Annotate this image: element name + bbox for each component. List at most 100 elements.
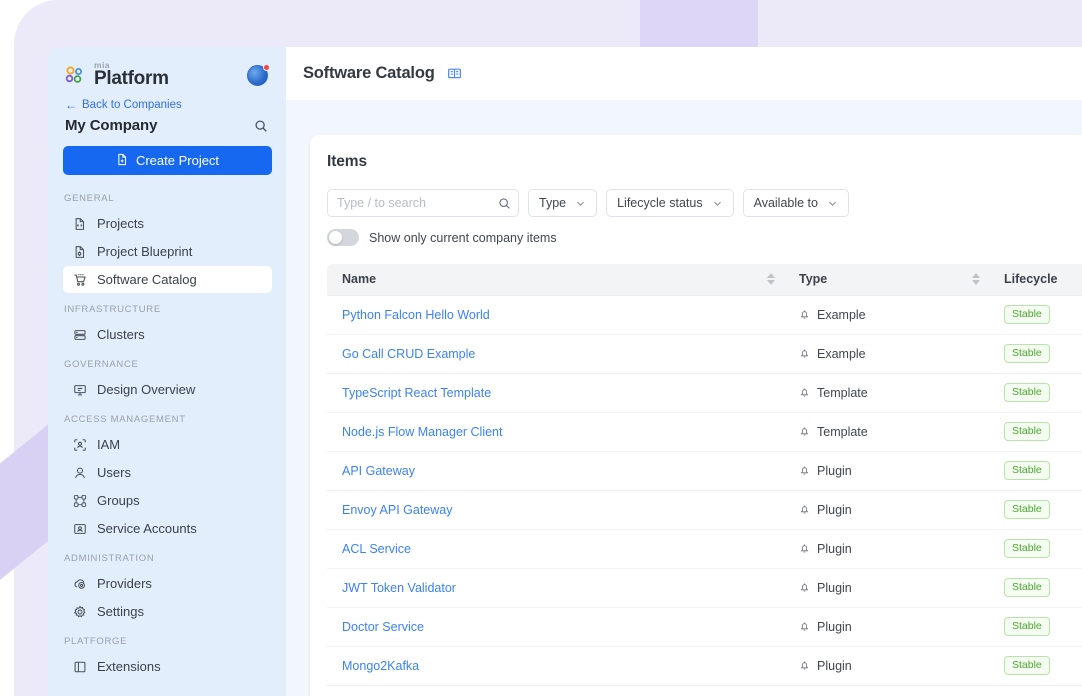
item-link[interactable]: API Gateway [342,464,415,478]
sidebar-item-providers[interactable]: Providers [63,570,272,597]
column-header-lifecycle[interactable]: Lifecycle [992,264,1082,295]
sidebar-section-general: GENERAL [48,183,286,209]
cell-lifecycle: Stable [992,412,1082,451]
filter-type-label: Type [539,196,566,210]
cloud-providers-icon [72,576,87,591]
bell-alert-icon [799,387,810,398]
sort-toggle-type[interactable] [972,273,980,285]
cell-name: ACL Service [327,529,787,568]
cell-name: API Gateway [327,451,787,490]
search-icon [498,197,511,210]
chevron-down-icon [712,198,723,209]
sidebar-item-label: Projects [97,216,144,231]
sidebar-item-settings[interactable]: Settings [63,598,272,625]
table-row[interactable]: Mongo2Kafka Plugin Stable [327,646,1082,685]
cell-type: Example [787,334,992,373]
sidebar-item-label: Groups [97,493,140,508]
back-to-companies-link[interactable]: ← Back to Companies [48,93,286,113]
decorative-accent-rectangle [640,0,758,47]
sidebar-item-iam[interactable]: IAM [63,431,272,458]
sidebar-item-extensions[interactable]: Extensions [63,653,272,680]
search-icon[interactable] [254,119,268,133]
sidebar-item-software-catalog[interactable]: Software Catalog [63,266,272,293]
cell-name: Mongo2Kafka [327,646,787,685]
table-row[interactable]: JWT Token Validator Plugin Stable [327,568,1082,607]
brand[interactable]: mia Platform [64,61,169,89]
item-link[interactable]: ACL Service [342,542,411,556]
book-icon[interactable] [447,66,462,81]
sidebar: mia Platform ← Back to Companies My Comp… [48,47,286,696]
company-row: My Company [48,113,286,144]
cell-type: Plugin [787,646,992,685]
table-row[interactable]: Go Call CRUD Example Example Stable [327,334,1082,373]
item-link[interactable]: Python Falcon Hello World [342,308,490,322]
cell-type: Template [787,412,992,451]
table-row[interactable]: Node.js Flow Manager Client Template Sta… [327,412,1082,451]
user-icon [72,465,87,480]
status-badge: Stable [1004,305,1050,325]
bell-alert-icon [799,309,810,320]
cell-type: Template [787,373,992,412]
filter-lifecycle-status-button[interactable]: Lifecycle status [606,189,733,217]
bell-alert-icon [799,348,810,359]
item-link[interactable]: JWT Token Validator [342,581,456,595]
sidebar-item-service-accounts[interactable]: Service Accounts [63,515,272,542]
sidebar-item-label: Clusters [97,327,145,342]
cell-lifecycle: Stable [992,529,1082,568]
sidebar-item-groups[interactable]: Groups [63,487,272,514]
item-link[interactable]: Node.js Flow Manager Client [342,425,503,439]
item-link[interactable]: Envoy API Gateway [342,503,452,517]
avatar[interactable] [247,65,268,86]
item-link[interactable]: Doctor Service [342,620,424,634]
sidebar-item-label: Service Accounts [97,521,197,536]
filter-type-button[interactable]: Type [528,189,597,217]
toggle-label: Show only current company items [369,231,557,245]
filter-available-to-button[interactable]: Available to [743,189,849,217]
show-only-current-company-toggle[interactable] [327,229,359,246]
page-title: Software Catalog [303,64,435,83]
shopping-cart-icon [72,272,87,287]
type-label: Plugin [817,542,852,556]
sidebar-item-design-overview[interactable]: Design Overview [63,376,272,403]
sidebar-item-projects[interactable]: Projects [63,210,272,237]
search-box[interactable] [327,189,519,217]
sidebar-section-governance: GOVERNANCE [48,349,286,375]
sort-toggle-name[interactable] [767,273,775,285]
status-badge: Stable [1004,422,1050,442]
search-input[interactable] [337,196,498,210]
file-code-icon [72,216,87,231]
item-link[interactable]: Mongo2Kafka [342,659,419,673]
create-project-button[interactable]: Create Project [63,146,272,175]
back-to-companies-label: Back to Companies [82,99,182,111]
bell-alert-icon [799,621,810,632]
status-badge: Stable [1004,461,1050,481]
item-link[interactable]: TypeScript React Template [342,386,491,400]
bell-alert-icon [799,426,810,437]
column-header-type[interactable]: Type [787,264,992,295]
table-row[interactable]: Python Falcon Hello World Example Stable [327,295,1082,334]
sidebar-item-users[interactable]: Users [63,459,272,486]
table-row[interactable]: TypeScript React Template Template Stabl… [327,373,1082,412]
table-row[interactable]: Doctor Service Plugin Stable [327,607,1082,646]
sidebar-section-infrastructure: INFRASTRUCTURE [48,294,286,320]
cell-type: Plugin [787,490,992,529]
table-row[interactable]: Envoy API Gateway Plugin Stable [327,490,1082,529]
filter-available-to-label: Available to [754,196,818,210]
type-label: Plugin [817,503,852,517]
sidebar-item-project-blueprint[interactable]: Project Blueprint [63,238,272,265]
bell-alert-icon [799,660,810,671]
sidebar-item-clusters[interactable]: Clusters [63,321,272,348]
cell-name: TypeScript React Template [327,373,787,412]
item-link[interactable]: Go Call CRUD Example [342,347,475,361]
sidebar-item-label: Settings [97,604,144,619]
cell-type: Plugin [787,607,992,646]
sidebar-item-label: Software Catalog [97,272,197,287]
cell-lifecycle: Stable [992,607,1082,646]
bell-alert-icon [799,465,810,476]
page-header: Software Catalog [286,47,1082,100]
bell-alert-icon [799,504,810,515]
column-header-name[interactable]: Name [327,264,787,295]
table-row[interactable]: ACL Service Plugin Stable [327,529,1082,568]
status-badge: Stable [1004,500,1050,520]
table-row[interactable]: API Gateway Plugin Stable [327,451,1082,490]
